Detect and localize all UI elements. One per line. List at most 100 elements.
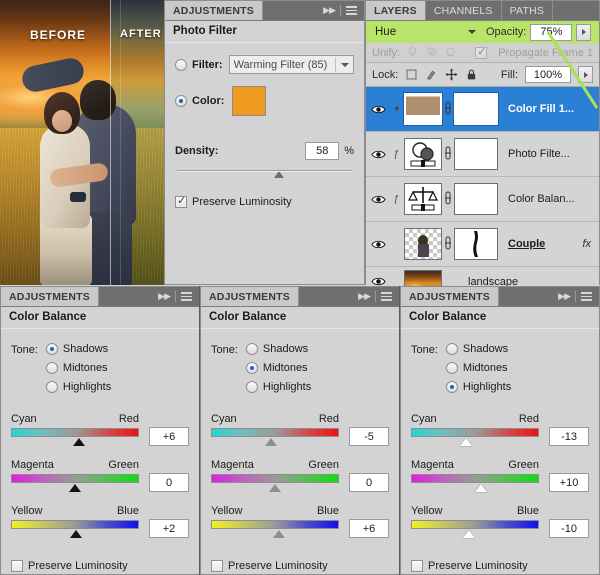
layer-mask-thumbnail[interactable] xyxy=(454,183,498,215)
tab-layers[interactable]: LAYERS xyxy=(366,1,426,20)
tone-option-midtones[interactable]: Midtones xyxy=(45,362,111,374)
cyan-red-slider[interactable] xyxy=(411,428,539,446)
eye-icon[interactable] xyxy=(368,104,388,115)
lock-transparent-pixels-icon[interactable] xyxy=(405,68,418,81)
tone-radio-shadows[interactable] xyxy=(445,343,458,355)
tab-adjustments[interactable]: ADJUSTMENTS xyxy=(165,1,263,20)
cyan-red-value[interactable]: -5 xyxy=(349,427,389,446)
panel-menu-icon[interactable] xyxy=(381,290,393,303)
link-icon[interactable] xyxy=(442,146,454,163)
magenta-green-value[interactable]: +10 xyxy=(549,473,589,492)
yellow-blue-slider[interactable] xyxy=(411,520,539,538)
tab-channels[interactable]: CHANNELS xyxy=(425,1,502,20)
density-slider-thumb[interactable] xyxy=(273,171,284,178)
layer-thumbnail[interactable] xyxy=(404,228,442,260)
layer-row[interactable]: ƒ Photo Filte... xyxy=(366,132,599,177)
magenta-green-value[interactable]: 0 xyxy=(149,473,189,492)
tone-radio-midtones[interactable] xyxy=(245,362,258,374)
blend-mode-select[interactable]: Hue xyxy=(370,23,482,41)
panel-menu-icon[interactable] xyxy=(581,290,593,303)
lock-position-move-icon[interactable] xyxy=(445,68,458,81)
tone-radio-midtones[interactable] xyxy=(445,362,458,374)
yellow-blue-value[interactable]: +2 xyxy=(149,519,189,538)
collapse-chevrons-icon[interactable]: ▶▶ xyxy=(558,291,571,302)
tone-radio-shadows[interactable] xyxy=(245,343,258,355)
layer-mask-thumbnail[interactable] xyxy=(454,228,498,260)
cyan-red-thumb[interactable] xyxy=(460,438,473,446)
layer-thumbnail[interactable] xyxy=(404,138,442,170)
propagate-frame-checkbox[interactable] xyxy=(475,46,488,59)
preserve-luminosity-row[interactable]: Preserve Luminosity xyxy=(11,560,189,572)
tab-adjustments[interactable]: ADJUSTMENTS xyxy=(401,287,499,306)
preserve-luminosity-checkbox[interactable] xyxy=(211,560,223,572)
magenta-green-slider[interactable] xyxy=(211,474,339,492)
preserve-luminosity-row[interactable]: Preserve Luminosity xyxy=(175,195,354,208)
preserve-luminosity-row[interactable]: Preserve Luminosity xyxy=(411,560,589,572)
yellow-blue-slider[interactable] xyxy=(211,520,339,538)
color-radio[interactable] xyxy=(175,95,187,107)
collapse-chevrons-icon[interactable]: ▶▶ xyxy=(323,5,336,16)
tone-option-shadows[interactable]: Shadows xyxy=(245,343,311,355)
panel-menu-icon[interactable] xyxy=(181,290,193,303)
link-icon[interactable] xyxy=(442,191,454,208)
preserve-luminosity-checkbox[interactable] xyxy=(175,195,187,208)
yellow-blue-thumb[interactable] xyxy=(272,530,285,538)
cyan-red-slider[interactable] xyxy=(211,428,339,446)
cyan-red-thumb[interactable] xyxy=(265,438,278,446)
tone-option-highlights[interactable]: Highlights xyxy=(445,381,511,393)
magenta-green-thumb[interactable] xyxy=(69,484,81,492)
opacity-value[interactable]: 75% xyxy=(530,23,573,41)
link-icon[interactable] xyxy=(442,236,454,253)
tone-option-shadows[interactable]: Shadows xyxy=(445,343,511,355)
fill-stepper[interactable] xyxy=(578,66,593,83)
magenta-green-value[interactable]: 0 xyxy=(349,473,389,492)
link-icon[interactable] xyxy=(442,101,454,118)
magenta-green-thumb[interactable] xyxy=(475,484,488,492)
tab-adjustments[interactable]: ADJUSTMENTS xyxy=(1,287,99,306)
preserve-luminosity-checkbox[interactable] xyxy=(11,560,23,572)
layer-mask-thumbnail[interactable] xyxy=(453,92,499,126)
layer-effects-icon[interactable]: fx xyxy=(582,238,599,250)
tone-radio-highlights[interactable] xyxy=(245,381,258,393)
tone-radio-midtones[interactable] xyxy=(45,362,58,374)
filter-select[interactable]: Warming Filter (85) xyxy=(228,55,354,74)
layer-row[interactable]: ✦ Color Fill 1... xyxy=(366,87,599,132)
tone-option-midtones[interactable]: Midtones xyxy=(445,362,511,374)
yellow-blue-slider[interactable] xyxy=(11,520,139,538)
opacity-stepper[interactable] xyxy=(576,23,592,41)
eye-icon[interactable] xyxy=(368,149,388,160)
tab-adjustments[interactable]: ADJUSTMENTS xyxy=(201,287,299,306)
yellow-blue-value[interactable]: +6 xyxy=(349,519,389,538)
yellow-blue-thumb[interactable] xyxy=(70,530,83,538)
collapse-chevrons-icon[interactable]: ▶▶ xyxy=(358,291,371,302)
tone-option-midtones[interactable]: Midtones xyxy=(245,362,311,374)
density-slider[interactable] xyxy=(177,170,352,178)
magenta-green-slider[interactable] xyxy=(411,474,539,492)
cyan-red-value[interactable]: -13 xyxy=(549,427,589,446)
tab-paths[interactable]: PATHS xyxy=(501,1,554,20)
density-value[interactable]: 58 xyxy=(305,142,340,160)
color-swatch[interactable] xyxy=(232,86,267,116)
lock-all-icon[interactable] xyxy=(465,68,478,81)
preserve-luminosity-checkbox[interactable] xyxy=(411,560,423,572)
tone-option-shadows[interactable]: Shadows xyxy=(45,343,111,355)
layer-thumbnail[interactable] xyxy=(403,92,443,126)
cyan-red-thumb[interactable] xyxy=(72,438,85,446)
yellow-blue-thumb[interactable] xyxy=(462,530,475,538)
tone-option-highlights[interactable]: Highlights xyxy=(45,381,111,393)
preserve-luminosity-row[interactable]: Preserve Luminosity xyxy=(211,560,389,572)
magenta-green-thumb[interactable] xyxy=(269,484,281,492)
fill-value[interactable]: 100% xyxy=(525,66,571,83)
cyan-red-slider[interactable] xyxy=(11,428,139,446)
layer-row[interactable]: Couple fx xyxy=(366,222,599,267)
eye-icon[interactable] xyxy=(368,239,388,250)
lock-image-pixels-brush-icon[interactable] xyxy=(425,68,438,81)
tone-radio-shadows[interactable] xyxy=(45,343,58,355)
layer-mask-thumbnail[interactable] xyxy=(454,138,498,170)
tone-radio-highlights[interactable] xyxy=(445,381,458,393)
magenta-green-slider[interactable] xyxy=(11,474,139,492)
panel-menu-icon[interactable] xyxy=(346,4,358,17)
layer-thumbnail[interactable] xyxy=(404,183,442,215)
filter-radio[interactable] xyxy=(175,58,187,71)
cyan-red-value[interactable]: +6 xyxy=(149,427,189,446)
